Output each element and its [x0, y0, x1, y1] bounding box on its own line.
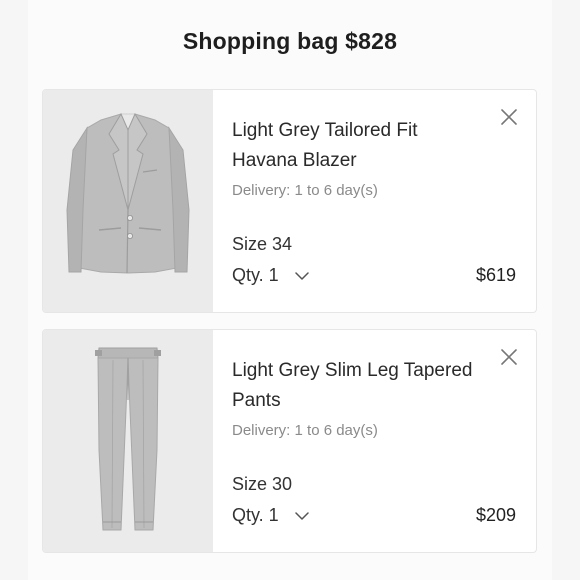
quantity-select[interactable]: Qty. 1	[232, 505, 309, 526]
item-price: $619	[475, 265, 516, 285]
blazer-illustration	[66, 112, 190, 274]
product-name-line2: Havana Blazer	[232, 150, 357, 171]
product-name[interactable]: Light Grey Slim Leg Tapered Pants	[232, 356, 502, 416]
delivery-estimate: Delivery: 1 to 6 day(s)	[232, 182, 378, 199]
quantity-label: Qty. 1	[232, 505, 279, 525]
delivery-estimate: Delivery: 1 to 6 day(s)	[232, 422, 378, 439]
pants-illustration	[95, 347, 161, 531]
product-name-line1: Light Grey Slim Leg Tapered	[232, 360, 473, 381]
close-icon	[501, 349, 517, 365]
product-name-line2: Pants	[232, 390, 281, 411]
chevron-down-icon	[294, 271, 309, 281]
size-label: Size 30	[232, 474, 293, 494]
cart-item-blazer: Light Grey Tailored Fit Havana Blazer De…	[42, 89, 537, 313]
shopping-bag-page: Shopping bag $828 Light Grey Tailored Fi…	[0, 0, 580, 580]
remove-item-button[interactable]	[500, 108, 518, 126]
page-title: Shopping bag $828	[182, 28, 398, 54]
item-price: $209	[475, 505, 516, 525]
product-name[interactable]: Light Grey Tailored Fit Havana Blazer	[232, 116, 502, 176]
close-icon	[501, 109, 517, 125]
quantity-select[interactable]: Qty. 1	[232, 265, 309, 286]
cart-item-pants: Light Grey Slim Leg Tapered Pants Delive…	[42, 329, 537, 553]
product-name-line1: Light Grey Tailored Fit	[232, 120, 418, 141]
product-image-blazer[interactable]	[43, 90, 213, 312]
chevron-down-icon	[294, 511, 309, 521]
quantity-label: Qty. 1	[232, 265, 279, 285]
product-image-pants[interactable]	[43, 330, 213, 552]
remove-item-button[interactable]	[500, 348, 518, 366]
size-label: Size 34	[232, 234, 293, 254]
